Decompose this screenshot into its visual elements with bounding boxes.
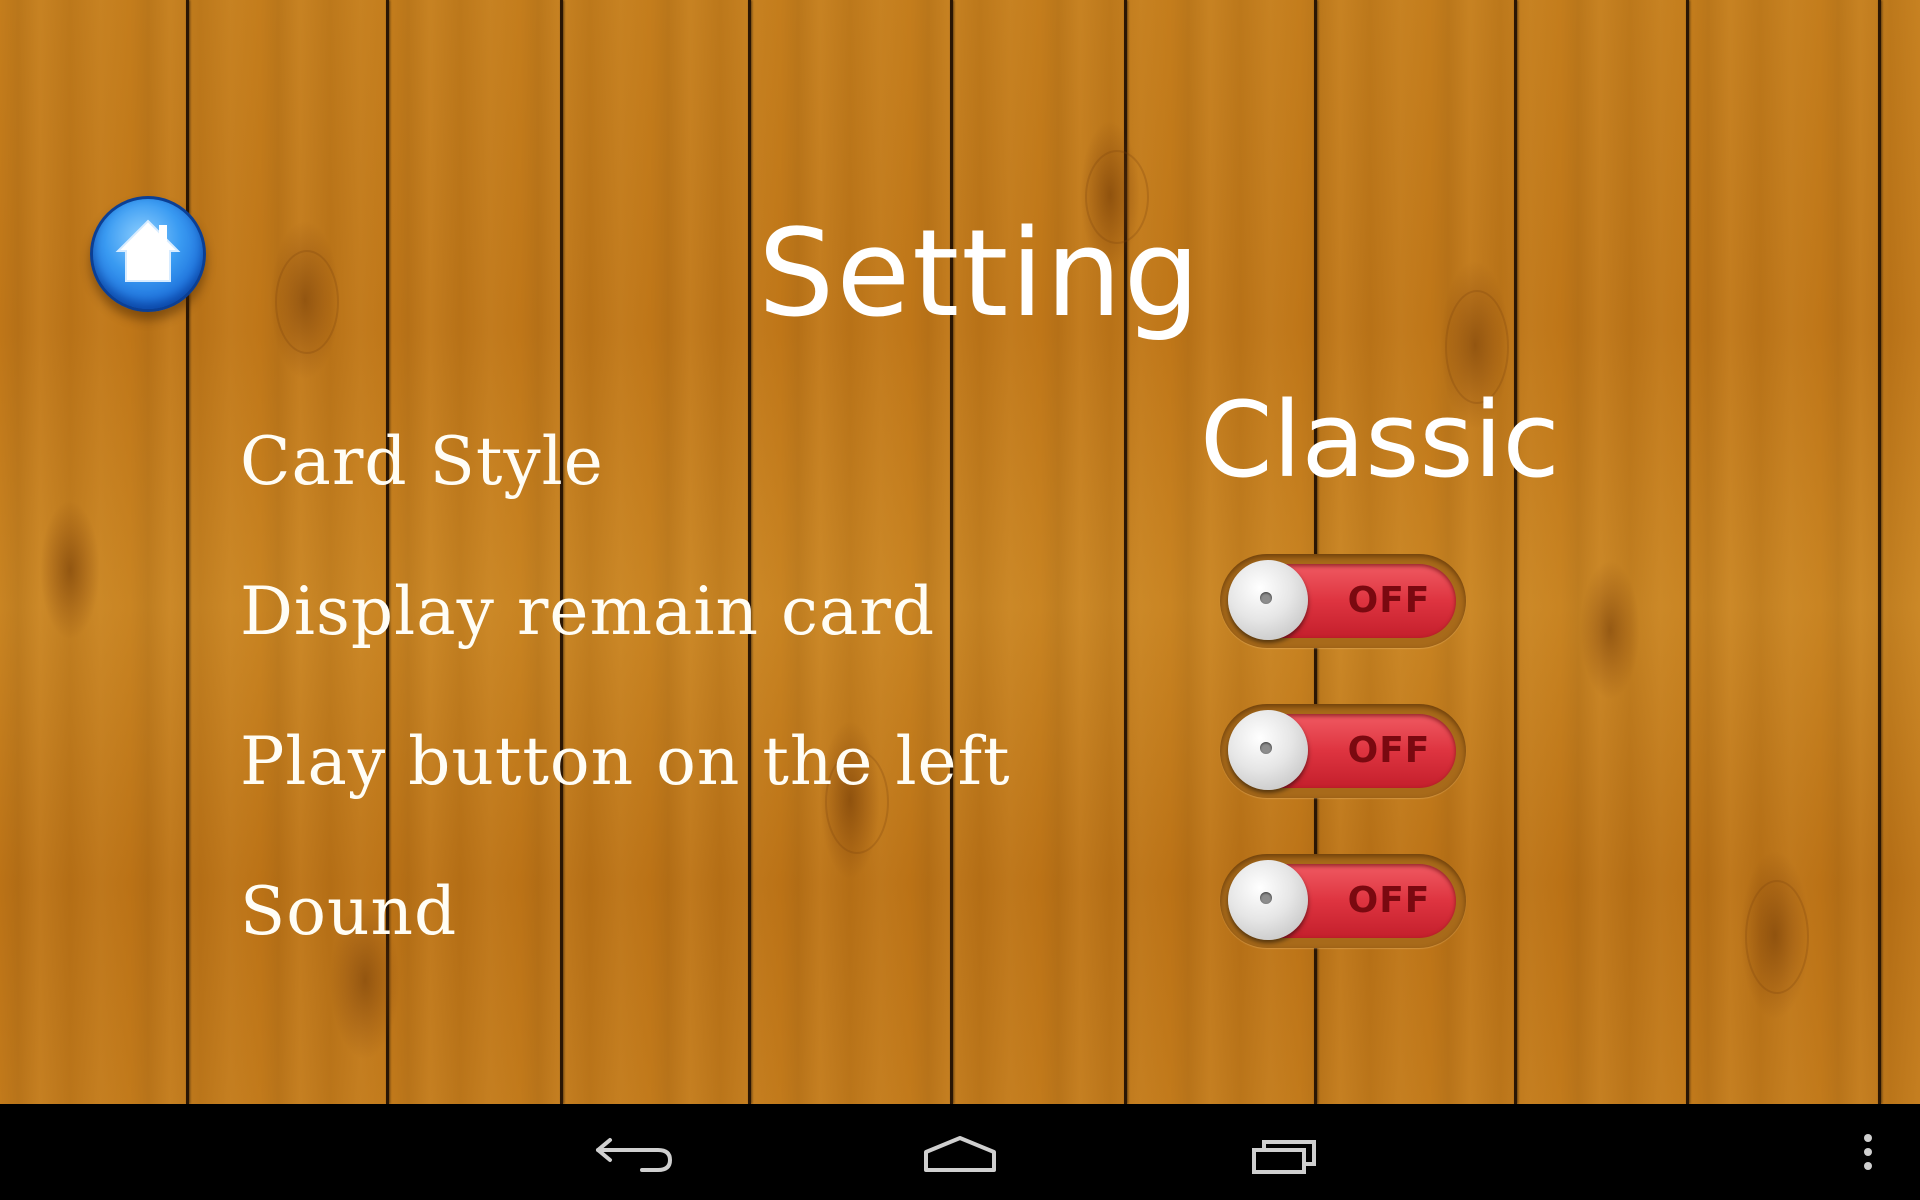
overflow-menu-icon [1864, 1134, 1872, 1170]
play-button-left-label: Play button on the left [240, 723, 1011, 800]
display-remain-card-label: Display remain card [240, 573, 936, 650]
toggle-knob[interactable] [1228, 560, 1308, 640]
card-style-value[interactable]: Classic [1200, 380, 1560, 500]
page-title: Setting [758, 205, 1202, 344]
sound-toggle[interactable]: OFF [1220, 854, 1466, 948]
wood-knot [40, 500, 100, 640]
home-outline-icon [924, 1136, 996, 1172]
display-remain-card-toggle[interactable]: OFF [1220, 554, 1466, 648]
recent-apps-button[interactable] [1214, 1104, 1354, 1200]
plank-divider [748, 0, 751, 1104]
plank-divider [950, 0, 953, 1104]
wood-grain [1745, 880, 1809, 994]
sound-label: Sound [240, 873, 458, 950]
toggle-state-text: OFF [1347, 880, 1431, 921]
toggle-state-text: OFF [1347, 580, 1431, 621]
plank-divider [1514, 0, 1517, 1104]
wood-knot [1580, 560, 1640, 700]
toggle-state-text: OFF [1347, 730, 1431, 771]
plank-divider [186, 0, 189, 1104]
card-style-label: Card Style [240, 423, 604, 500]
home-nav-button[interactable] [890, 1104, 1030, 1200]
toggle-knob[interactable] [1228, 860, 1308, 940]
play-button-left-toggle[interactable]: OFF [1220, 704, 1466, 798]
overflow-menu-button[interactable] [1820, 1104, 1920, 1200]
recent-apps-icon [1252, 1140, 1316, 1174]
plank-divider [1686, 0, 1689, 1104]
back-button[interactable] [566, 1104, 706, 1200]
system-nav-bar [0, 1104, 1920, 1200]
plank-divider [560, 0, 563, 1104]
plank-divider [1878, 0, 1881, 1104]
back-arrow-icon [596, 1138, 673, 1172]
toggle-knob[interactable] [1228, 710, 1308, 790]
settings-screen: Setting Card Style Classic Display remai… [0, 0, 1920, 1200]
